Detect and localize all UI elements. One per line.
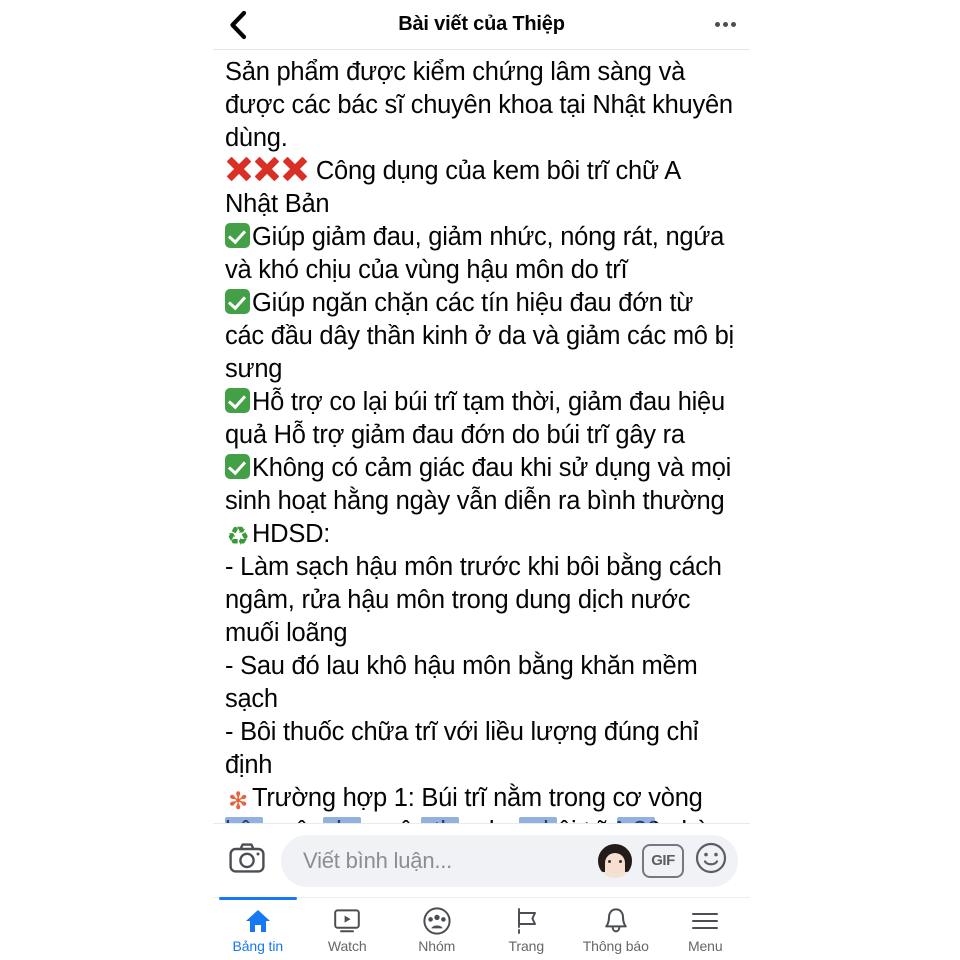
camera-button[interactable] — [225, 839, 269, 883]
clipped-link — [617, 817, 655, 823]
phone-screenshot: Bài viết của Thiệp Sản phẩm được kiểm ch… — [0, 0, 960, 960]
video-play-icon — [333, 907, 361, 935]
tab-label: Trang — [508, 938, 545, 954]
tab-nhom[interactable]: Nhóm — [392, 898, 482, 960]
check-mark-button-icon — [225, 223, 250, 248]
tab-label: Watch — [327, 938, 367, 954]
check-mark-button-icon — [225, 289, 250, 314]
post-paragraph-text: - Sau đó lau khô hậu môn bằng khăn mềm s… — [225, 652, 698, 713]
bell-icon — [603, 907, 629, 935]
post-paragraph-text: Không có cảm giác đau khi sử dụng và mọi… — [225, 454, 732, 515]
app-header: Bài viết của Thiệp — [213, 0, 750, 50]
tab-menu[interactable]: Menu — [661, 898, 751, 960]
clipped-link — [225, 817, 263, 823]
cross-mark-icon — [253, 155, 280, 182]
check-mark-button-icon — [225, 454, 250, 479]
post-text: Sản phẩm được kiểm chứng lâm sàng và đượ… — [225, 56, 738, 823]
post-paragraph: Sản phẩm được kiểm chứng lâm sàng và đượ… — [225, 56, 738, 155]
post-paragraph: - Bôi thuốc chữa trĩ với liều lượng đúng… — [225, 716, 738, 782]
post-paragraph: Hỗ trợ co lại búi trĩ tạm thời, giảm đau… — [225, 386, 738, 452]
tab-label: Menu — [687, 938, 723, 954]
post-paragraph: Không có cảm giác đau khi sử dụng và mọi… — [225, 452, 738, 518]
back-button[interactable] — [227, 8, 261, 42]
tab-label: Thông báo — [582, 938, 649, 954]
tab-label: Nhóm — [418, 938, 456, 954]
comment-placeholder: Viết bình luận... — [303, 847, 453, 873]
app-viewport: Bài viết của Thiệp Sản phẩm được kiểm ch… — [213, 0, 750, 960]
clipped-hashtag-links[interactable] — [225, 817, 738, 823]
collision-icon: ✻ — [228, 788, 248, 815]
clipped-link — [323, 817, 361, 823]
post-paragraph: Giúp giảm đau, giảm nhức, nóng rát, ngứa… — [225, 221, 738, 287]
hamburger-menu-icon — [691, 907, 719, 935]
tab-bang-tin[interactable]: Bảng tin — [213, 897, 303, 960]
smiley-face-icon — [695, 842, 727, 879]
bottom-tab-bar: Bảng tin Watch Nhóm Trang Thông báo Menu — [213, 897, 750, 960]
post-paragraph: Giúp ngăn chặn các tín hiệu đau đớn từ c… — [225, 287, 738, 386]
recycling-symbol-icon: ♻ — [226, 521, 250, 551]
tab-trang[interactable]: Trang — [482, 898, 572, 960]
post-paragraph-text: Giúp giảm đau, giảm nhức, nóng rát, ngứa… — [225, 223, 725, 284]
avatar[interactable] — [598, 843, 632, 878]
camera-icon — [229, 843, 265, 878]
post-paragraph: Công dụng của kem bôi trĩ chữ A Nhật Bản — [225, 155, 738, 221]
ellipsis-icon-dot — [715, 22, 720, 27]
post-paragraph-text: Sản phẩm được kiểm chứng lâm sàng và đượ… — [225, 58, 733, 152]
post-paragraph-text: Giúp ngăn chặn các tín hiệu đau đớn từ c… — [225, 289, 734, 383]
tab-watch[interactable]: Watch — [303, 898, 393, 960]
cross-mark-icon — [225, 155, 252, 182]
clipped-link — [519, 817, 557, 823]
check-mark-button-icon — [225, 388, 250, 413]
post-paragraph: - Sau đó lau khô hậu môn bằng khăn mềm s… — [225, 650, 738, 716]
comment-input-field[interactable]: Viết bình luận... GIF — [281, 834, 738, 887]
active-tab-indicator — [219, 897, 297, 900]
flag-icon — [512, 907, 540, 935]
more-options-button[interactable] — [702, 8, 736, 42]
cross-mark-icon — [281, 155, 308, 182]
gif-label: GIF — [651, 852, 675, 869]
post-paragraph: - Làm sạch hậu môn trước khi bôi bằng cá… — [225, 551, 738, 650]
tab-label: Bảng tin — [232, 938, 284, 954]
tab-thong-bao[interactable]: Thông báo — [571, 898, 661, 960]
chevron-left-icon — [227, 10, 249, 40]
ellipsis-icon-dot — [731, 22, 736, 27]
gif-button[interactable]: GIF — [642, 843, 684, 878]
post-paragraph-text: - Làm sạch hậu môn trước khi bôi bằng cá… — [225, 553, 722, 647]
ellipsis-icon-dot — [723, 22, 728, 27]
clipped-link — [421, 817, 459, 823]
page-title: Bài viết của Thiệp — [398, 13, 565, 35]
post-paragraph-text: HDSD: — [252, 520, 331, 548]
home-icon — [244, 907, 272, 935]
post-content-scroll[interactable]: Sản phẩm được kiểm chứng lâm sàng và đượ… — [213, 50, 750, 823]
post-paragraph-text: - Bôi thuốc chữa trĩ với liều lượng đúng… — [225, 718, 699, 779]
comment-composer: Viết bình luận... GIF — [213, 823, 750, 897]
post-paragraph-text: Hỗ trợ co lại búi trĩ tạm thời, giảm đau… — [225, 388, 725, 449]
avatar-face — [605, 852, 625, 874]
groups-icon — [423, 907, 451, 935]
post-paragraph: ♻HDSD: — [225, 518, 738, 551]
emoji-picker-button[interactable] — [694, 842, 728, 879]
